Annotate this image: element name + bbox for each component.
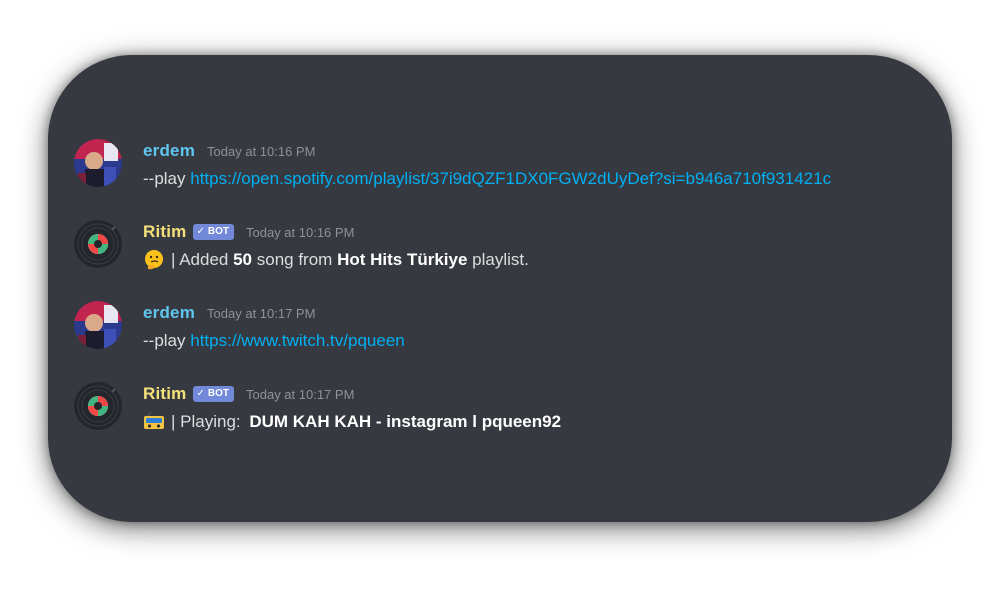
- message-content: --play https://open.spotify.com/playlist…: [143, 167, 831, 191]
- checkmark-icon: ✓: [196, 226, 205, 237]
- chat-panel: erdem Today at 10:16 PM --play https://o…: [48, 55, 952, 522]
- bot-avatar[interactable]: [74, 382, 122, 430]
- bot-tag-label: BOT: [207, 388, 229, 399]
- message-1: erdem Today at 10:16 PM --play https://o…: [74, 139, 934, 199]
- message-content: --play https://www.twitch.tv/pqueen: [143, 329, 405, 353]
- message-content: | Playing: DUM KAH KAH - instagram l pqu…: [143, 410, 561, 434]
- username[interactable]: erdem: [143, 141, 195, 161]
- message-content: | Added 50 song from Hot Hits Türkiye pl…: [143, 248, 529, 272]
- username[interactable]: Ritim: [143, 384, 187, 404]
- message-header: erdem Today at 10:16 PM: [143, 139, 315, 163]
- message-header: Ritim ✓ BOT Today at 10:16 PM: [143, 220, 354, 244]
- timestamp: Today at 10:17 PM: [246, 386, 355, 402]
- checkmark-icon: ✓: [196, 388, 205, 399]
- message-text: | Playing:: [171, 412, 246, 431]
- playlist-name: Hot Hits Türkiye: [337, 250, 468, 269]
- message-4: Ritim ✓ BOT Today at 10:17 PM | Playing:…: [74, 382, 934, 442]
- message-text: song from: [252, 250, 338, 269]
- bot-avatar[interactable]: [74, 220, 122, 268]
- message-3: erdem Today at 10:17 PM --play https://w…: [74, 301, 934, 361]
- message-text: playlist.: [467, 250, 529, 269]
- username[interactable]: erdem: [143, 303, 195, 323]
- bot-tag: ✓ BOT: [192, 386, 234, 402]
- timestamp: Today at 10:17 PM: [207, 305, 316, 321]
- spotify-link[interactable]: https://open.spotify.com/playlist/37i9dQ…: [190, 169, 831, 189]
- radio-icon: [143, 411, 165, 433]
- message-2: Ritim ✓ BOT Today at 10:16 PM | Added 50…: [74, 220, 934, 280]
- twitch-link[interactable]: https://www.twitch.tv/pqueen: [190, 331, 405, 351]
- thinking-face-icon: [143, 249, 165, 271]
- user-avatar[interactable]: [74, 301, 122, 349]
- bot-tag: ✓ BOT: [192, 224, 234, 240]
- command-text: --play: [143, 331, 191, 350]
- message-text: | Added: [171, 250, 234, 269]
- message-header: Ritim ✓ BOT Today at 10:17 PM: [143, 382, 354, 406]
- track-title: DUM KAH KAH - instagram l pqueen92: [249, 412, 562, 431]
- username[interactable]: Ritim: [143, 222, 187, 242]
- song-count: 50: [233, 250, 253, 269]
- command-text: --play: [143, 169, 191, 188]
- message-header: erdem Today at 10:17 PM: [143, 301, 315, 325]
- timestamp: Today at 10:16 PM: [207, 143, 316, 159]
- user-avatar[interactable]: [74, 139, 122, 187]
- timestamp: Today at 10:16 PM: [246, 224, 355, 240]
- bot-tag-label: BOT: [207, 226, 229, 237]
